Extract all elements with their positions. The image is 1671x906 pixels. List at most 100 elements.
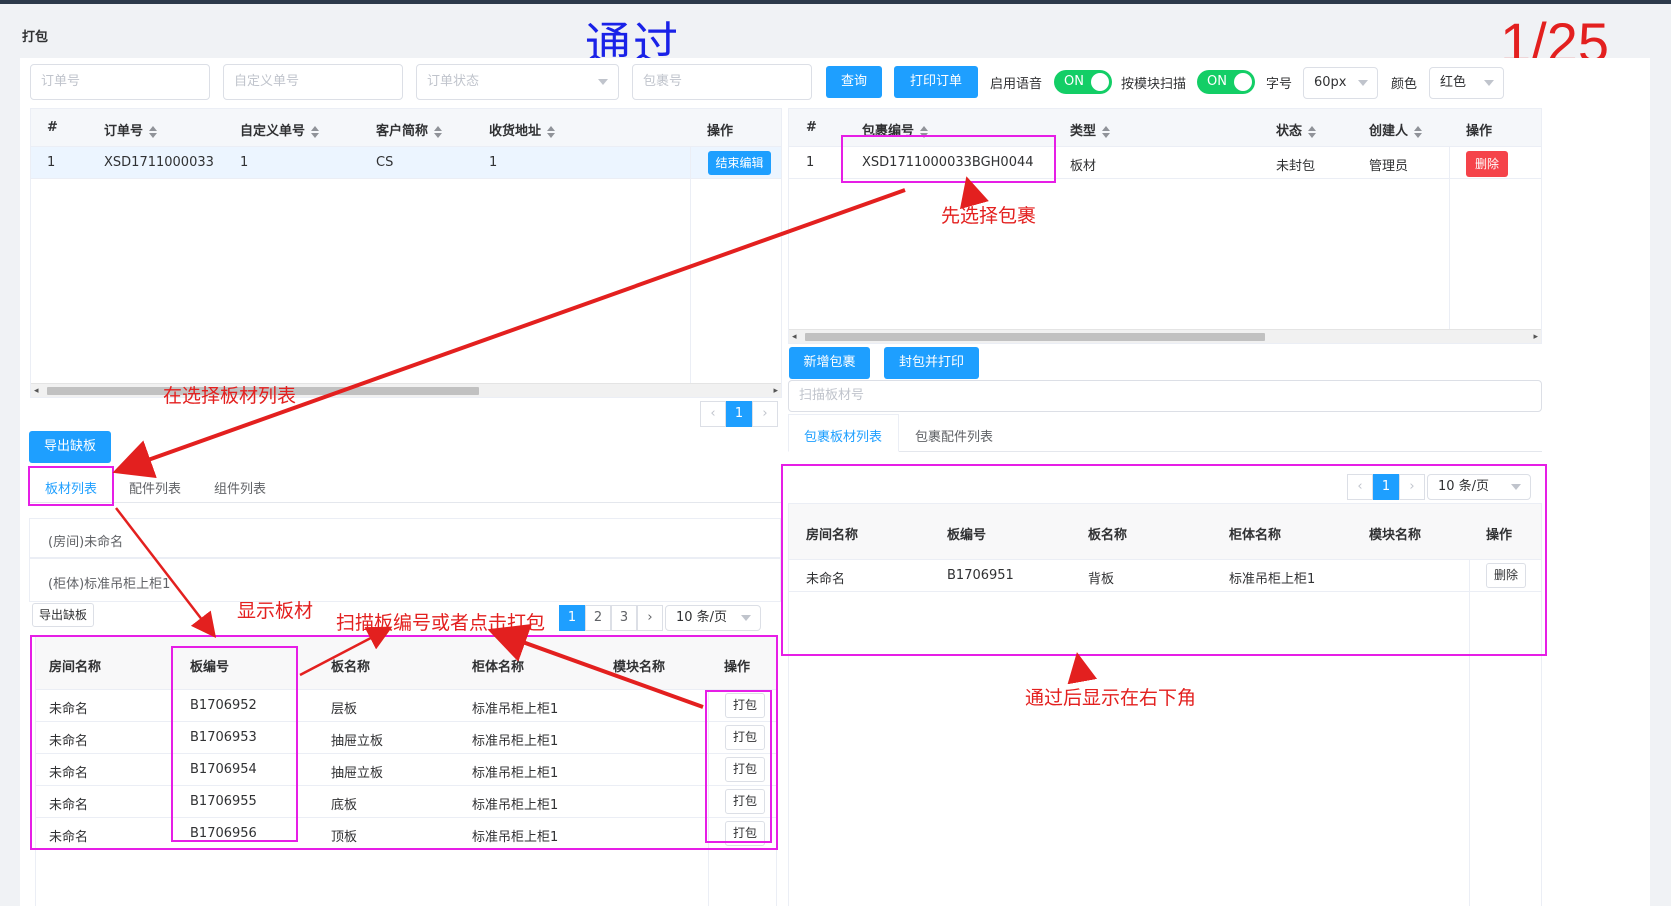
sort-icon[interactable] <box>149 125 158 138</box>
table-row[interactable]: 未命名 B1706956 顶板 标准吊柜上柜1 打包 <box>36 818 776 850</box>
col-order-no[interactable]: 订单号 <box>104 120 158 139</box>
table-row[interactable]: 1 XSD1711000033 1 CS 1 结束编辑 <box>31 147 781 179</box>
col-custom-no[interactable]: 自定义单号 <box>240 120 320 139</box>
scroll-left-icon[interactable]: ◂ <box>792 332 797 342</box>
col-board-name: 板名称 <box>331 660 371 675</box>
table-row[interactable]: 未命名 B1706954 抽屉立板 标准吊柜上柜1 打包 <box>36 754 776 786</box>
pack-button[interactable]: 打包 <box>725 693 765 718</box>
top-bar <box>0 0 1671 4</box>
board-cabinet: 标准吊柜上柜1 <box>472 766 559 781</box>
scroll-right-icon[interactable]: ▸ <box>773 386 778 396</box>
page-button[interactable]: 2 <box>585 605 611 631</box>
remove-packed-button[interactable]: 删除 <box>1486 563 1526 588</box>
page-button[interactable]: 3 <box>611 605 637 631</box>
page-button[interactable]: 1 <box>726 401 752 427</box>
print-order-button[interactable]: 打印订单 <box>894 66 978 98</box>
page-button[interactable]: 1 <box>1373 474 1399 500</box>
group-cabinet[interactable]: (柜体)标准吊柜上柜1 <box>29 558 781 602</box>
col-type[interactable]: 类型 <box>1070 120 1111 139</box>
pack-button[interactable]: 打包 <box>725 725 765 750</box>
packed-header: 房间名称 板编号 板名称 柜体名称 模块名称 操作 <box>789 504 1541 560</box>
col-address[interactable]: 收货地址 <box>489 120 556 139</box>
scroll-left-icon[interactable]: ◂ <box>34 386 39 396</box>
table-row[interactable]: 未命名 B1706955 底板 标准吊柜上柜1 打包 <box>36 786 776 818</box>
sort-icon[interactable] <box>311 125 320 138</box>
package-type: 板材 <box>1070 159 1097 174</box>
table-row[interactable]: 未命名 B1706951 背板 标准吊柜上柜1 删除 <box>789 560 1541 592</box>
packed-board-no: B1706951 <box>947 568 1014 583</box>
voice-toggle[interactable]: ON <box>1054 70 1112 94</box>
packed-board-name: 背板 <box>1088 572 1115 587</box>
pack-button[interactable]: 打包 <box>725 789 765 814</box>
order-custom-no: 1 <box>240 155 249 170</box>
prev-page-icon[interactable]: ‹ <box>700 401 726 427</box>
package-no-input[interactable]: 包裹号 <box>632 64 812 100</box>
tab-parts-list[interactable]: 配件列表 <box>129 478 181 497</box>
sort-icon[interactable] <box>1414 125 1423 138</box>
sort-icon[interactable] <box>434 125 443 138</box>
tab-board-list[interactable]: 板材列表 <box>45 478 97 497</box>
group-room-label: (房间)未命名 <box>48 535 124 550</box>
pack-button[interactable]: 打包 <box>725 757 765 782</box>
seal-print-button[interactable]: 封包并打印 <box>884 347 979 379</box>
boards-pager: 1 2 3 › 10 条/页 <box>559 605 769 631</box>
order-no-input[interactable]: 订单号 <box>30 64 210 100</box>
page-size-select[interactable]: 10 条/页 <box>1427 474 1531 500</box>
table-row[interactable]: 1 XSD1711000033BGH0044 板材 未封包 管理员 删除 <box>789 147 1541 179</box>
col-board-name: 板名称 <box>1088 528 1128 543</box>
font-size-select[interactable]: 60px <box>1303 67 1378 99</box>
page-button[interactable]: 1 <box>559 605 585 631</box>
prev-page-icon[interactable]: ‹ <box>1347 474 1373 500</box>
module-scan-label: 按模块扫描 <box>1121 77 1187 92</box>
orders-scrollbar[interactable]: ◂ ▸ <box>31 383 781 397</box>
tabs-divider <box>899 451 1542 452</box>
sort-icon[interactable] <box>547 125 556 138</box>
tab-package-boards[interactable]: 包裹板材列表 <box>804 426 882 445</box>
custom-no-input[interactable]: 自定义单号 <box>223 64 403 100</box>
delete-package-button[interactable]: 删除 <box>1466 151 1508 177</box>
color-label: 颜色 <box>1391 77 1418 92</box>
order-status-select[interactable]: 订单状态 <box>416 64 619 100</box>
group-room[interactable]: (房间)未命名 <box>29 518 781 558</box>
sort-icon[interactable] <box>1102 125 1111 138</box>
next-page-icon[interactable]: › <box>1399 474 1425 500</box>
col-room: 房间名称 <box>49 660 102 675</box>
tab-component-list[interactable]: 组件列表 <box>214 478 266 497</box>
col-room: 房间名称 <box>806 528 859 543</box>
next-page-icon[interactable]: › <box>752 401 778 427</box>
col-package-no[interactable]: 包裹编号 <box>862 120 929 139</box>
page-size-select[interactable]: 10 条/页 <box>665 605 761 631</box>
annotation-show-boards: 显示板材 <box>237 600 314 622</box>
next-page-icon[interactable]: › <box>637 605 663 631</box>
finish-edit-button[interactable]: 结束编辑 <box>708 151 771 175</box>
export-missing-small-button[interactable]: 导出缺板 <box>32 603 94 627</box>
board-room: 未命名 <box>49 702 89 717</box>
board-cabinet: 标准吊柜上柜1 <box>472 798 559 813</box>
packages-scrollbar[interactable]: ◂ ▸ <box>789 329 1541 343</box>
scan-board-input[interactable]: 扫描板材号 <box>788 380 1542 412</box>
color-select[interactable]: 红色 <box>1429 67 1504 99</box>
order-index: 1 <box>47 155 56 170</box>
export-missing-button[interactable]: 导出缺板 <box>29 431 111 463</box>
board-no: B1706954 <box>190 762 257 777</box>
col-creator[interactable]: 创建人 <box>1369 120 1423 139</box>
col-status[interactable]: 状态 <box>1276 120 1317 139</box>
scroll-thumb[interactable] <box>805 333 1265 341</box>
sort-icon[interactable] <box>920 125 929 138</box>
module-scan-toggle[interactable]: ON <box>1197 70 1255 94</box>
col-board-no: 板编号 <box>190 660 230 675</box>
order-address: 1 <box>489 155 498 170</box>
tab-package-parts[interactable]: 包裹配件列表 <box>915 426 993 445</box>
table-row[interactable]: 未命名 B1706952 层板 标准吊柜上柜1 打包 <box>36 690 776 722</box>
query-button[interactable]: 查询 <box>826 66 882 98</box>
sort-icon[interactable] <box>1308 125 1317 138</box>
col-customer[interactable]: 客户简称 <box>376 120 443 139</box>
new-package-button[interactable]: 新增包裹 <box>789 347 870 379</box>
table-row[interactable]: 未命名 B1706953 抽屉立板 标准吊柜上柜1 打包 <box>36 722 776 754</box>
board-cabinet: 标准吊柜上柜1 <box>472 702 559 717</box>
pack-button[interactable]: 打包 <box>725 821 765 846</box>
board-name: 顶板 <box>331 830 358 845</box>
col-board-no: 板编号 <box>947 528 987 543</box>
scroll-right-icon[interactable]: ▸ <box>1533 332 1538 342</box>
chevron-down-icon <box>1358 80 1368 86</box>
